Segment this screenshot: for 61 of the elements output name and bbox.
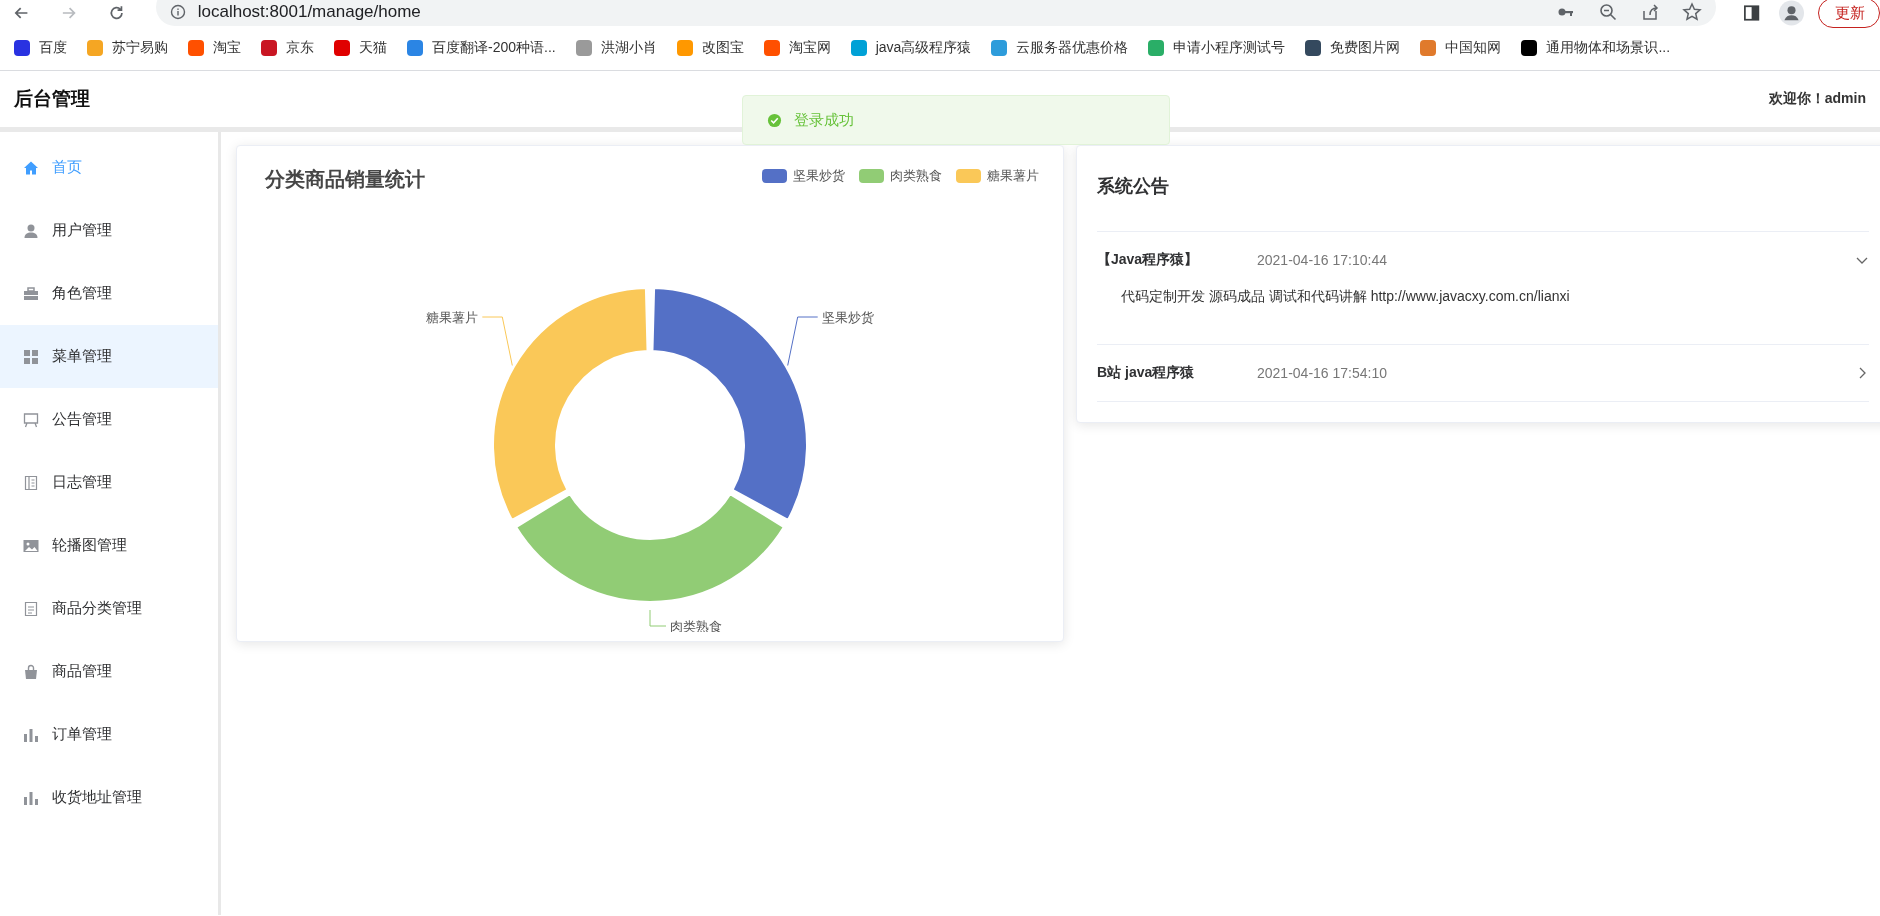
bookmark-link[interactable]: 改图宝	[676, 39, 744, 57]
menu-item[interactable]: 订单管理	[0, 703, 218, 766]
bookmark-link[interactable]: 百度	[14, 39, 67, 57]
bookmark-link[interactable]: 中国知网	[1420, 39, 1502, 57]
notice-header[interactable]: B站 java程序猿 2021-04-16 17:54:10	[1097, 345, 1869, 401]
bag-icon	[23, 663, 39, 680]
address-bar[interactable]: localhost:8001/manage/home	[155, 0, 1716, 26]
chart-title: 分类商品销量统计	[265, 166, 425, 192]
notice-content: 代码定制开发 源码成品 调试和代码讲解 http://www.javacxy.com.cn/lianxi	[1120, 288, 1571, 306]
bars-icon	[23, 726, 39, 743]
zoom-out-icon[interactable]	[1597, 2, 1618, 22]
menu-item[interactable]: 角色管理	[0, 262, 218, 325]
bookmark-link[interactable]: 苏宁易购	[87, 39, 168, 57]
welcome-text: 欢迎你！admin	[1768, 90, 1866, 108]
bookmark-link[interactable]: 淘宝	[188, 39, 241, 57]
side-panel-icon[interactable]	[1741, 3, 1761, 23]
slice-label: 糖果薯片	[426, 310, 479, 325]
menu-item[interactable]: 日志管理	[0, 451, 218, 514]
legend-item[interactable]: 糖果薯片	[956, 167, 1039, 185]
bookmark-link[interactable]: 免费图片网	[1305, 39, 1401, 57]
profile-avatar-icon[interactable]	[1779, 0, 1804, 26]
info-icon[interactable]	[169, 4, 186, 20]
notebook-icon	[23, 474, 39, 491]
toast-message: 登录成功	[794, 110, 854, 130]
url-text: localhost:8001/manage/home	[197, 2, 421, 22]
star-icon[interactable]	[1681, 2, 1702, 22]
home-icon	[23, 159, 39, 176]
bookmark-link[interactable]: 天猫	[334, 39, 387, 57]
legend-item[interactable]: 肉类熟食	[859, 167, 942, 185]
bookmark-link[interactable]: 云服务器优惠价格	[991, 39, 1129, 57]
menu-item[interactable]: 商品分类管理	[0, 577, 218, 640]
notice-header[interactable]: 【Java程序猿】 2021-04-16 17:10:44	[1097, 232, 1869, 288]
picture-icon	[23, 537, 39, 554]
grid-icon	[23, 348, 39, 365]
board-icon	[23, 411, 39, 428]
menu-item[interactable]: 菜单管理	[0, 325, 218, 388]
bookmark-link[interactable]: 申请小程序测试号	[1148, 39, 1286, 57]
bars-icon	[23, 789, 39, 806]
bookmark-link[interactable]: 淘宝网	[763, 39, 831, 57]
menu-item[interactable]: 商品管理	[0, 640, 218, 703]
user-icon	[23, 222, 39, 239]
bookmark-link[interactable]: java高级程序猿	[850, 39, 972, 57]
briefcase-icon	[23, 285, 39, 302]
check-circle-icon	[767, 112, 782, 128]
notice-title: 系统公告	[1097, 174, 1869, 232]
legend-item[interactable]: 坚果炒货	[762, 167, 845, 185]
menu-item[interactable]: 收货地址管理	[0, 766, 218, 829]
bookmark-link[interactable]: 通用物体和场景识...	[1521, 39, 1671, 57]
leader-line	[649, 609, 667, 627]
update-button[interactable]: 更新	[1818, 0, 1880, 28]
menu-item[interactable]: 用户管理	[0, 199, 218, 262]
bookmark-link[interactable]: 百度翻译-200种语...	[407, 39, 556, 57]
app-title: 后台管理	[14, 87, 90, 111]
menu-item[interactable]: 轮播图管理	[0, 514, 218, 577]
leader-line	[481, 316, 513, 366]
leader-line	[787, 316, 819, 366]
menu-item[interactable]: 公告管理	[0, 388, 218, 451]
bookmark-link[interactable]: 洪湖小肖	[575, 39, 657, 57]
slice-label: 坚果炒货	[821, 310, 874, 325]
bookmark-link[interactable]: 京东	[261, 39, 314, 57]
document-icon	[23, 600, 39, 617]
